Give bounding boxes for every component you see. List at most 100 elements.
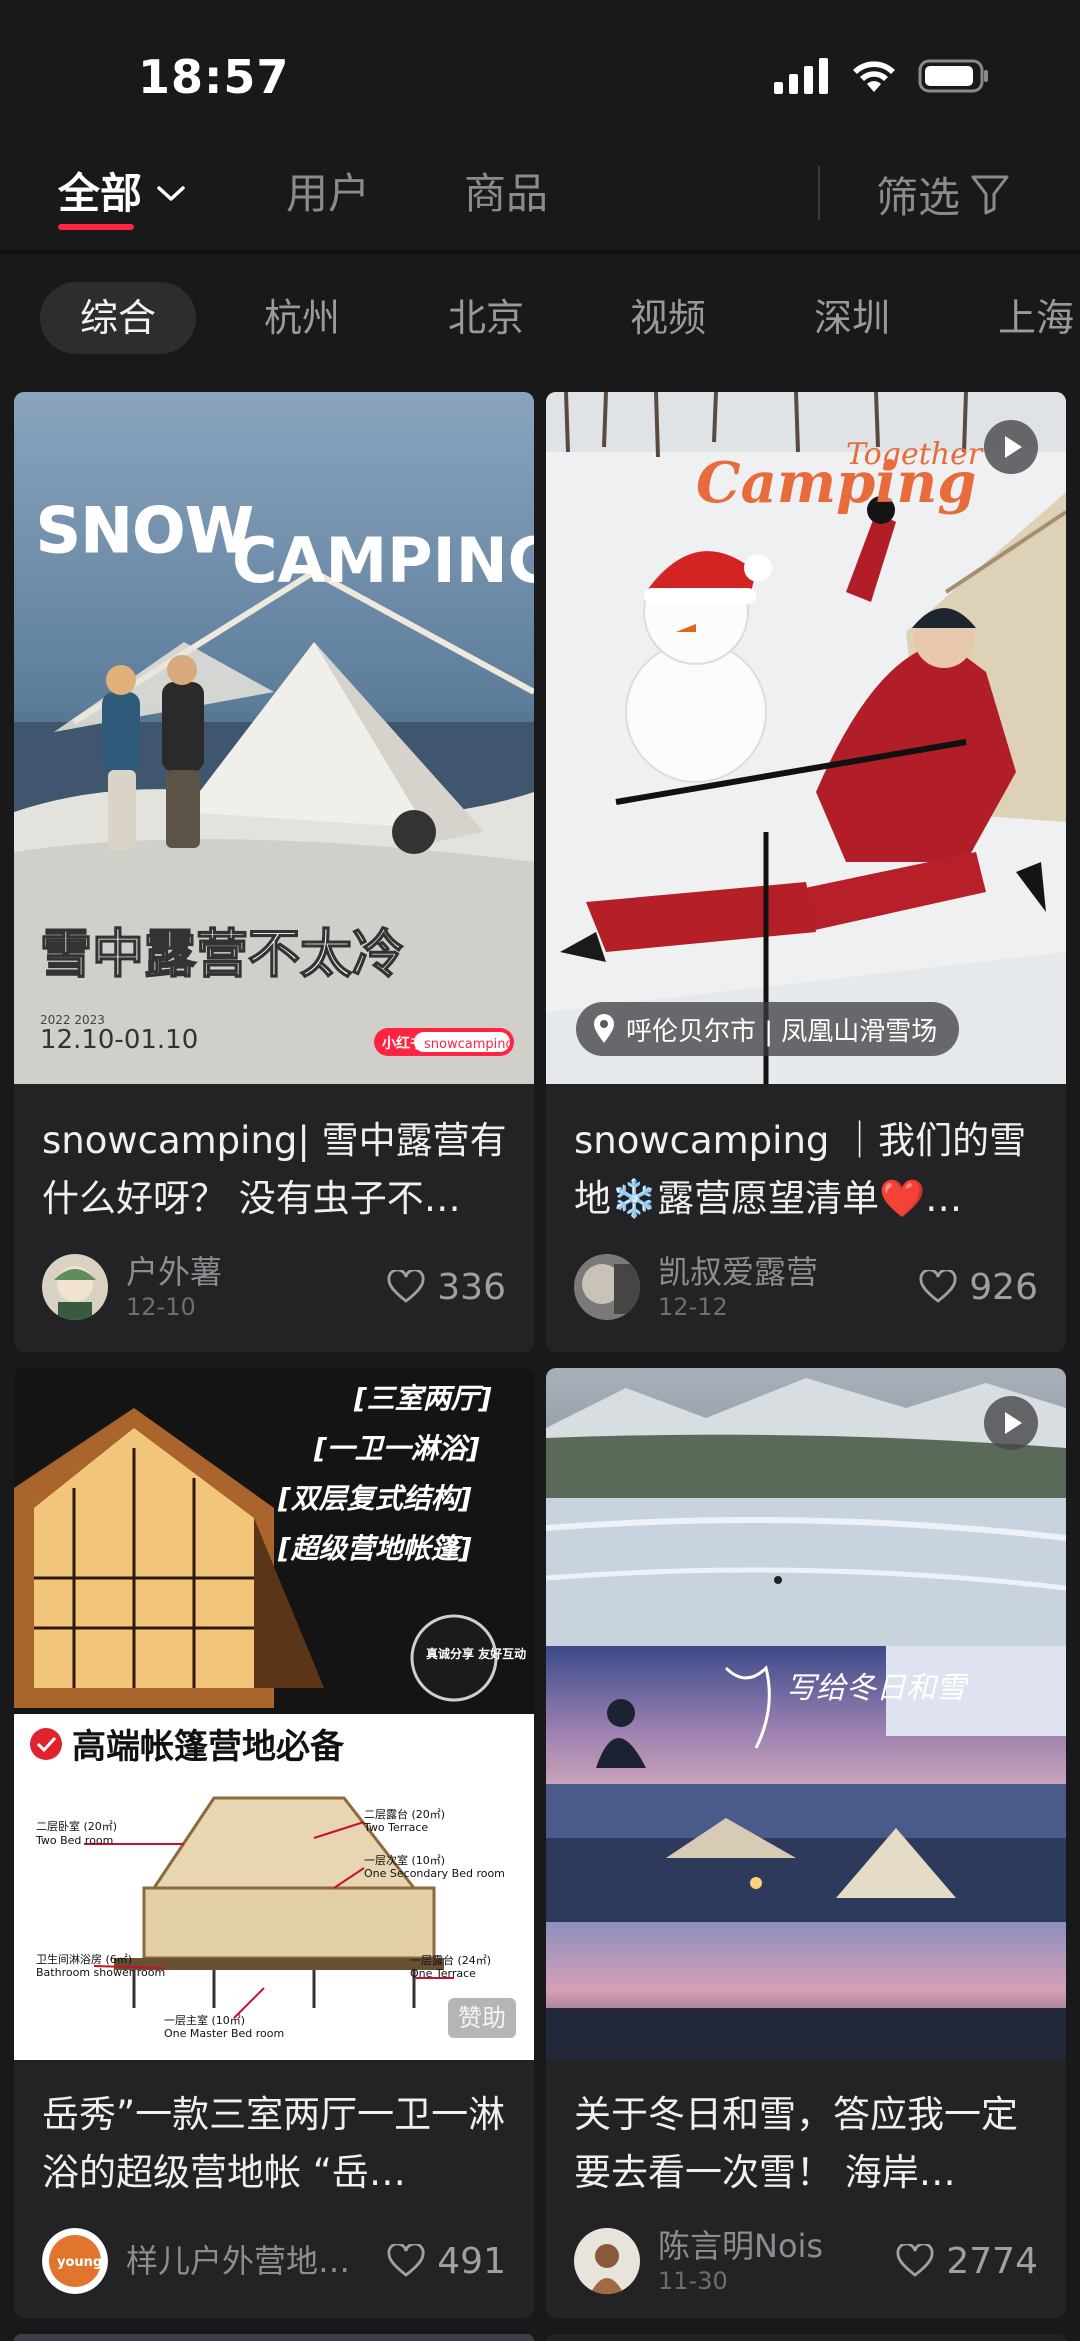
signal-icon: [774, 58, 828, 94]
heart-icon: [387, 1270, 425, 1303]
author-name: 凯叔爱露营: [658, 1253, 819, 1291]
avatar[interactable]: [574, 1254, 640, 1320]
cover-tagline: 雪中露营不太冷: [40, 925, 404, 985]
note-title[interactable]: 关于冬日和雪，答应我一定要去看一次雪！ 海岸…: [574, 2086, 1044, 2202]
chip-comprehensive[interactable]: 综合: [40, 282, 196, 354]
note-author[interactable]: 陈言明Nois 11-30: [574, 2226, 823, 2296]
author-name: 户外薯: [126, 1253, 223, 1291]
search-results-page: 18:57 全部 用户 商品 筛选 综合 杭州 北京 视频 深圳 上海 SNOW…: [0, 0, 1080, 2341]
status-bar: 18:57: [0, 0, 1080, 150]
status-icons: [774, 58, 990, 94]
diagram-label: 卫生间淋浴房 (6㎡): [36, 1952, 132, 1966]
diagram-label: One Master Bed room: [164, 2027, 284, 2040]
note-card[interactable]: 写给冬日和雪 关于冬日和雪，答应我一定要去看一次雪！ 海岸… 陈言明Nois 1…: [546, 1368, 1066, 2318]
filter-chips: 综合 杭州 北京 视频 深圳 上海: [0, 258, 1080, 376]
heart-icon: [919, 1270, 957, 1303]
diagram-label: One Terrace: [410, 1967, 476, 1980]
like-count: 491: [437, 2240, 506, 2282]
like-count: 926: [969, 1266, 1038, 1308]
note-author[interactable]: 户外薯 12-10: [42, 1252, 222, 1322]
chip-video[interactable]: 视频: [590, 282, 746, 354]
sponsored-tag: 赞助: [448, 1998, 516, 2038]
post-date: 12-10: [126, 1293, 196, 1321]
cover-line: [双层复式结构]: [277, 1482, 472, 1515]
like-button[interactable]: 491: [387, 2226, 506, 2296]
wifi-icon: [853, 61, 895, 92]
like-button[interactable]: 336: [387, 1252, 506, 1322]
svg-text:young: young: [57, 2255, 102, 2270]
like-count: 336: [437, 1266, 506, 1308]
note-cover-image[interactable]: 写给冬日和雪: [546, 1368, 1066, 2060]
like-button[interactable]: 926: [919, 1252, 1038, 1322]
author-meta: 陈言明Nois 11-30: [658, 2226, 823, 2296]
diagram-label: 一层露台 (24㎡): [410, 1953, 491, 1967]
like-button[interactable]: 2774: [896, 2226, 1038, 2296]
location-pin-icon: [594, 1014, 614, 1043]
chip-shenzhen[interactable]: 深圳: [774, 282, 930, 354]
location-tag[interactable]: 呼伦贝尔市 | 凤凰山滑雪场: [576, 1002, 960, 1056]
chip-shanghai[interactable]: 上海: [958, 282, 1080, 354]
play-icon: [1005, 436, 1022, 458]
cover-logo-sub: Together: [846, 437, 984, 472]
next-note-card-peek: [546, 2334, 1066, 2341]
heart-icon: [896, 2244, 934, 2277]
diagram-label: 二层露台 (20㎡): [364, 1807, 445, 1821]
diagram-label: One Secondary Bed room: [364, 1867, 505, 1880]
author-meta: 凯叔爱露营 12-12: [658, 1252, 818, 1322]
diagram-label: 一层次室 (10㎡): [364, 1853, 445, 1867]
tab-divider: [818, 166, 820, 220]
cover-line: [超级营地帐篷]: [277, 1532, 472, 1565]
funnel-icon: [971, 175, 1009, 215]
heart-icon: [387, 2244, 425, 2277]
post-date: 12-12: [658, 1293, 728, 1321]
author-name: 样儿户外营地…: [126, 2242, 351, 2280]
cover-brand-tag: 小红书: [382, 1035, 424, 1052]
next-note-card-peek: [14, 2334, 534, 2341]
post-date: 11-30: [658, 2267, 728, 2295]
note-cover-image[interactable]: SNOW CAMPING 雪中露营不太冷 2022 2023 12.10-01.…: [14, 392, 534, 1084]
author-meta: 户外薯 12-10: [126, 1252, 222, 1322]
tab-all-label: 全部: [58, 169, 143, 218]
video-play-badge: [984, 1396, 1038, 1450]
note-card[interactable]: Camping Together 呼伦贝尔市 | 凤凰山滑雪场 snowcamp…: [546, 392, 1066, 1352]
chevron-down-icon: [157, 186, 185, 201]
diagram-label: Two Bed room: [35, 1834, 113, 1847]
filter-button[interactable]: 筛选: [876, 164, 1010, 224]
note-cover-image[interactable]: 真诚分享 友好互动 [三室两厅] [一卫一淋浴] [双层复式结构] [超级营地帐…: [14, 1368, 534, 2060]
cover-line: [一卫一淋浴]: [313, 1432, 480, 1465]
avatar[interactable]: [574, 2228, 640, 2294]
cover-headline-camping: CAMPING: [232, 524, 534, 597]
video-play-badge: [984, 420, 1038, 474]
note-card[interactable]: 真诚分享 友好互动 [三室两厅] [一卫一淋浴] [双层复式结构] [超级营地帐…: [14, 1368, 534, 2318]
note-card[interactable]: SNOW CAMPING 雪中露营不太冷 2022 2023 12.10-01.…: [14, 392, 534, 1352]
filter-label: 筛选: [876, 172, 961, 222]
battery-icon: [918, 59, 988, 93]
avatar[interactable]: [42, 1254, 108, 1320]
cover-badge: 真诚分享 友好互动: [426, 1646, 526, 1661]
diagram-label: 一层主室 (10㎡): [164, 2013, 245, 2027]
status-time: 18:57: [138, 50, 290, 104]
diagram-label: Bathroom shower room: [36, 1966, 165, 1979]
like-count: 2774: [946, 2240, 1038, 2282]
tab-goods[interactable]: 商品: [464, 164, 548, 224]
cover-dates: 12.10-01.10: [40, 1025, 198, 1055]
note-cover-image[interactable]: Camping Together 呼伦贝尔市 | 凤凰山滑雪场: [546, 392, 1066, 1084]
location-label: 呼伦贝尔市 | 凤凰山滑雪场: [626, 1016, 938, 1047]
note-title[interactable]: 岳秀”一款三室两厅一卫一淋浴的超级营地帐 “岳…: [42, 2086, 512, 2202]
active-tab-indicator: [58, 224, 134, 230]
note-author[interactable]: 凯叔爱露营 12-12: [574, 1252, 818, 1322]
note-title[interactable]: snowcamping ｜我们的雪地❄️露营愿望清单❤️…: [574, 1112, 1044, 1228]
tab-users[interactable]: 用户: [286, 164, 370, 224]
tab-all[interactable]: 全部: [58, 164, 186, 224]
cover-headline-snow: SNOW: [36, 494, 254, 567]
chip-hangzhou[interactable]: 杭州: [224, 282, 380, 354]
avatar[interactable]: young: [42, 2228, 108, 2294]
cover-brand-tag2: snowcamping: [424, 1037, 514, 1052]
note-title[interactable]: snowcamping| 雪中露营有什么好呀？ 没有虫子不…: [42, 1112, 512, 1228]
chip-beijing[interactable]: 北京: [408, 282, 564, 354]
author-meta: 样儿户外营地…: [126, 2241, 350, 2281]
note-author[interactable]: young 样儿户外营地…: [42, 2226, 350, 2296]
cover-line: [三室两厅]: [353, 1382, 492, 1415]
cover-headline: 高端帐篷营地必备: [72, 1727, 345, 1767]
cover-script: 写给冬日和雪: [786, 1671, 969, 1706]
